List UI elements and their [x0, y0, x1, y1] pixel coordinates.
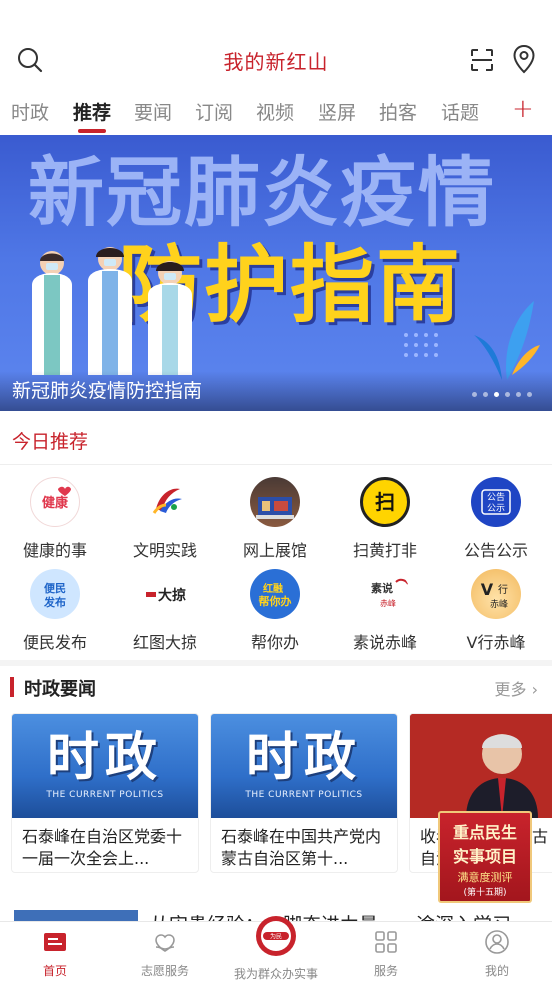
svg-text:健康: 健康	[42, 495, 69, 511]
doctors-illustration	[32, 247, 192, 375]
divider	[0, 464, 552, 465]
svg-text:便民: 便民	[44, 581, 66, 595]
today-recommend-title: 今日推荐	[12, 431, 89, 453]
more-link[interactable]: 更多 ›	[494, 676, 538, 700]
politics-news-header: 时政要闻 更多 ›	[0, 674, 552, 700]
tab-tuijian[interactable]: 推荐	[73, 98, 111, 125]
decor-dots	[404, 333, 438, 357]
location-icon[interactable]	[510, 44, 538, 74]
shortcut-sushuo[interactable]: 素说赤峰 素说赤峰	[340, 569, 430, 653]
tab-yaowen[interactable]: 要闻	[134, 98, 172, 125]
nav-home[interactable]: 首页	[0, 922, 110, 981]
add-channel-button[interactable]: +	[512, 94, 534, 124]
tab-paike[interactable]: 拍客	[379, 98, 417, 125]
hero-banner[interactable]: 新冠肺炎疫情 防护指南 新冠肺炎疫情防控指南	[0, 135, 552, 411]
shortcut-convenience[interactable]: 便民 发布 便民发布	[10, 569, 100, 653]
shortcut-notice[interactable]: 公告 公示 公告公示	[451, 477, 541, 561]
shortcut-red-map[interactable]: 大掠 红图大掠	[120, 569, 210, 653]
carousel-dot-active[interactable]	[494, 392, 499, 397]
section-accent-bar	[10, 677, 14, 697]
active-tab-indicator	[78, 129, 106, 133]
carousel-dot[interactable]	[505, 392, 510, 397]
shortcut-exhibition[interactable]: 网上展馆	[230, 477, 320, 561]
shortcut-civilization[interactable]: 文明实践	[120, 477, 210, 561]
section-gap	[0, 660, 552, 666]
app-root: 我的新红山 时政 推荐 要闻 订阅 视频 竖屏 拍客 话题 + 新冠肺炎疫情 防…	[0, 0, 552, 981]
svg-text:素说: 素说	[371, 581, 393, 595]
convenience-icon: 便民 发布	[30, 569, 80, 619]
carousel-dot[interactable]	[483, 392, 488, 397]
profile-icon	[485, 930, 509, 954]
news-title: 石泰峰在中国共产党内蒙古自治区第十...	[221, 827, 382, 868]
exhibition-icon	[250, 477, 300, 527]
news-thumbnail	[410, 714, 552, 818]
svg-text:V: V	[481, 580, 494, 599]
news-title: 石泰峰在自治区党委十一届一次全会上...	[22, 827, 183, 868]
nav-do-practical-things[interactable]: 为民 我为群众办实事	[221, 916, 331, 981]
news-thumbnail: 时政 THE CURRENT POLITICS	[211, 714, 397, 818]
banner-headline: 新冠肺炎疫情	[28, 148, 496, 237]
top-header: 我的新红山	[0, 36, 552, 84]
carousel-dot[interactable]	[527, 392, 532, 397]
home-icon	[44, 933, 66, 951]
tab-shipin[interactable]: 视频	[256, 98, 294, 125]
carousel-dot[interactable]	[472, 392, 477, 397]
civilization-icon	[140, 477, 190, 527]
service-badge-icon: 为民	[256, 916, 296, 956]
svg-text:公告: 公告	[487, 491, 505, 503]
health-icon: 健康	[30, 477, 80, 527]
chevron-right-icon: ›	[531, 680, 538, 699]
svg-text:红融: 红融	[263, 582, 283, 595]
volunteer-icon	[155, 934, 175, 952]
floating-survey-ad[interactable]: 重点民生 实事项目 满意度测评 (第十五期)	[438, 811, 532, 903]
speaker-photo	[410, 714, 552, 818]
shortcut-v-chifeng[interactable]: V 行赤峰 V行赤峰	[451, 569, 541, 653]
svg-text:扫: 扫	[375, 490, 395, 514]
v-chifeng-icon: V 行赤峰	[471, 569, 521, 619]
shortcut-help-you[interactable]: 红融 帮你办 帮你办	[230, 569, 320, 653]
bottom-nav: 首页 志愿服务 为民 我为群众办实事 服务 我的	[0, 916, 552, 981]
svg-text:赤峰: 赤峰	[380, 598, 396, 608]
news-card[interactable]: 时政 THE CURRENT POLITICS 石泰峰在自治区党委十一届一次全会…	[11, 713, 199, 873]
svg-text:发布: 发布	[43, 595, 66, 609]
sushuo-icon: 素说赤峰	[360, 569, 410, 619]
tab-shuping[interactable]: 竖屏	[318, 98, 356, 125]
scan-icon[interactable]	[468, 46, 496, 74]
svg-text:为民: 为民	[270, 933, 282, 941]
svg-text:赤峰: 赤峰	[490, 599, 508, 610]
tab-shizheng[interactable]: 时政	[11, 98, 49, 125]
anti-porn-icon: 扫	[360, 477, 410, 527]
notice-icon: 公告 公示	[471, 477, 521, 527]
shortcut-health[interactable]: 健康 健康的事	[10, 477, 100, 561]
shortcut-anti-porn[interactable]: 扫 扫黄打非	[340, 477, 430, 561]
svg-text:大掠: 大掠	[158, 587, 186, 604]
tab-huati[interactable]: 话题	[441, 98, 479, 125]
section-title: 时政要闻	[24, 679, 96, 700]
nav-volunteer[interactable]: 志愿服务	[110, 922, 220, 981]
channel-tabs: 时政 推荐 要闻 订阅 视频 竖屏 拍客 话题 +	[0, 92, 552, 136]
grid-icon	[375, 931, 397, 953]
banner-caption: 新冠肺炎疫情防控指南	[12, 380, 203, 402]
help-you-icon: 红融 帮你办	[250, 569, 300, 619]
svg-text:公示: 公示	[487, 503, 505, 514]
svg-text:帮你办: 帮你办	[259, 594, 292, 608]
svg-text:行: 行	[498, 583, 508, 596]
nav-profile[interactable]: 我的	[442, 922, 552, 981]
nav-services[interactable]: 服务	[331, 922, 441, 981]
carousel-dots	[472, 392, 532, 397]
news-card[interactable]: 时政 THE CURRENT POLITICS 石泰峰在中国共产党内蒙古自治区第…	[210, 713, 398, 873]
news-thumbnail: 时政 THE CURRENT POLITICS	[12, 714, 198, 818]
tab-dingyue[interactable]: 订阅	[195, 98, 233, 125]
red-map-icon: 大掠	[140, 569, 190, 619]
carousel-dot[interactable]	[516, 392, 521, 397]
